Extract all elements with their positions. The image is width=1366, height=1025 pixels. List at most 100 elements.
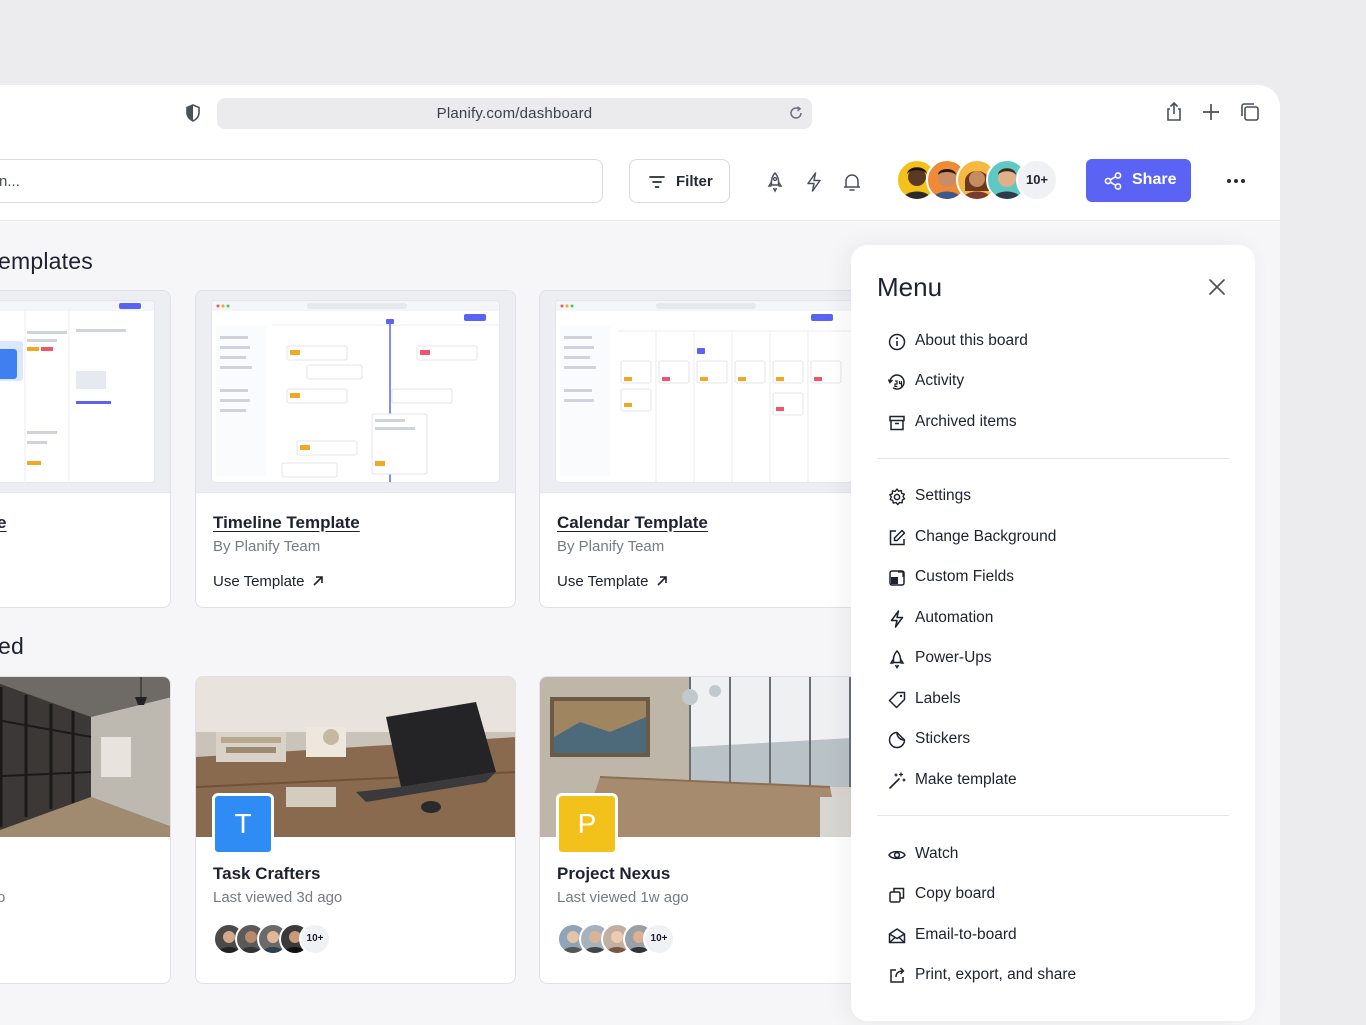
menu-item-print-export-share[interactable]: Print, export, and share [877,961,1217,991]
edit-icon [889,529,906,546]
close-icon[interactable] [1207,277,1227,297]
member-avatars[interactable]: 10+ [896,159,1066,203]
board-member-avatars[interactable]: 10+ [213,923,343,957]
menu-item-label: Labels [915,690,961,707]
menu-item-label: Activity [915,372,965,389]
menu-item-label: Email-to-board [915,926,1017,943]
filter-icon [649,176,665,188]
tag-icon [888,691,906,709]
activity-24h-icon [887,374,905,390]
menu-item-label: Stickers [915,730,971,747]
archive-icon [889,415,905,431]
template-thumbnail [196,291,515,493]
recent-section-title: ed [0,633,24,659]
more-options-icon[interactable] [1224,171,1248,191]
template-title[interactable]: e [0,513,6,533]
menu-item-about[interactable]: About this board [877,327,1217,357]
eye-icon [888,850,906,860]
sticker-icon [888,731,906,749]
avatar-overflow-count[interactable]: 10+ [1016,159,1058,201]
menu-title: Menu [877,272,943,302]
info-icon [888,333,906,351]
menu-item-copy-board[interactable]: Copy board [877,880,1217,910]
address-bar[interactable]: Planify.com/dashboard [217,98,812,129]
board-member-avatars[interactable]: 10+ [557,923,687,957]
use-template-link[interactable]: Use Template [213,573,324,590]
use-template-label: Use Template [557,573,649,590]
share-button[interactable]: Share [1086,159,1191,202]
template-thumbnail [0,291,170,493]
template-card[interactable]: Calendar Template By Planify Team Use Te… [539,290,869,608]
shield-icon[interactable] [183,103,203,123]
copy-icon [889,887,905,903]
tabs-overview-icon[interactable] [1239,101,1261,123]
menu-item-power-ups[interactable]: Power-Ups [877,644,1217,674]
board-initial-badge: P [556,793,618,855]
menu-item-email-to-board[interactable]: Email-to-board [877,921,1217,951]
template-card[interactable]: e [0,290,171,608]
menu-item-label: Change Background [915,528,1057,545]
envelope-icon [888,928,906,944]
browser-bar: Planify.com/dashboard [0,85,1280,141]
menu-divider [877,458,1229,459]
menu-item-label: Automation [915,609,994,626]
board-title[interactable]: Project Nexus [557,864,670,884]
template-title[interactable]: Timeline Template [213,513,360,533]
bell-icon[interactable] [841,171,863,193]
menu-item-stickers[interactable]: Stickers [877,725,1217,755]
url-text: Planify.com/dashboard [436,105,593,122]
template-title[interactable]: Calendar Template [557,513,708,533]
menu-divider [877,815,1229,816]
rocket-icon[interactable] [764,171,786,193]
menu-item-label: Power-Ups [915,649,992,666]
template-card[interactable]: Timeline Template By Planify Team Use Te… [195,290,516,608]
arrow-up-right-icon [657,576,668,586]
share-page-icon[interactable] [1163,101,1185,123]
use-template-label: Use Template [213,573,305,590]
template-thumbnail [540,291,868,493]
templates-section-title: emplates [0,248,93,274]
menu-item-label: Watch [915,845,959,862]
menu-item-settings[interactable]: Settings [877,482,1217,512]
external-share-icon [890,967,905,983]
board-card[interactable]: o [0,676,171,984]
menu-item-watch[interactable]: Watch [877,840,1217,870]
board-toolbar: n... Filter 10+ Share [0,141,1280,221]
board-title[interactable]: Task Crafters [213,864,320,884]
menu-item-label: Make template [915,771,1017,788]
lightning-icon[interactable] [803,171,825,193]
search-text: n... [0,173,20,190]
menu-item-label: Archived items [915,413,1017,430]
filter-button[interactable]: Filter [629,159,730,203]
menu-item-archived[interactable]: Archived items [877,408,1217,438]
board-card[interactable]: T Task Crafters Last viewed 3d ago 10+ [195,676,516,984]
use-template-link[interactable]: Use Template [557,573,668,590]
menu-item-labels[interactable]: Labels [877,685,1217,715]
gear-icon [889,488,906,506]
menu-item-label: Settings [915,487,972,504]
menu-item-custom-fields[interactable]: Custom Fields [877,563,1217,593]
search-input[interactable]: n... [0,159,603,203]
menu-item-automation[interactable]: Automation [877,604,1217,634]
filter-label: Filter [676,173,713,190]
board-initial-badge: T [212,793,274,855]
menu-item-make-template[interactable]: Make template [877,766,1217,796]
rocket-icon [889,649,905,669]
new-tab-icon[interactable] [1200,101,1222,123]
menu-item-label: About this board [915,332,1028,349]
menu-item-label: Custom Fields [915,568,1015,585]
board-card[interactable]: P Project Nexus Last viewed 1w ago 10+ [539,676,869,984]
avatar-overflow-count: 10+ [299,923,331,955]
template-author: By Planify Team [213,538,321,555]
board-last-viewed: Last viewed 1w ago [557,889,689,906]
board-menu-panel: Menu About this board Activity Archived … [851,245,1255,1021]
menu-item-change-background[interactable]: Change Background [877,523,1217,553]
custom-fields-icon [889,570,905,586]
template-author: By Planify Team [557,538,665,555]
lightning-icon [890,610,904,628]
reload-icon[interactable] [788,105,804,121]
menu-item-label: Print, export, and share [915,966,1077,983]
menu-item-activity[interactable]: Activity [877,367,1217,397]
arrow-up-right-icon [313,576,324,586]
magic-wand-icon [889,772,906,789]
